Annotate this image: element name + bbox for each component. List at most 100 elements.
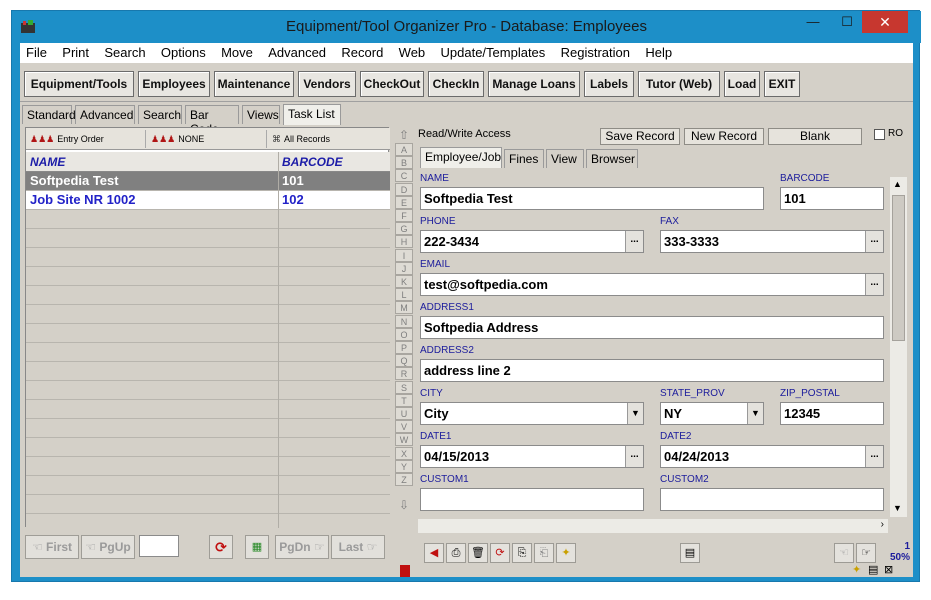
table-row[interactable]: Job Site NR 1002 102 xyxy=(26,191,390,210)
alphabet-index-x[interactable]: X xyxy=(395,446,413,460)
last-button[interactable]: Last ☞ xyxy=(331,535,385,559)
manage-loans-button[interactable]: Manage Loans xyxy=(488,71,580,97)
scroll-down-arrow-icon[interactable]: ▼ xyxy=(893,503,902,513)
alphabet-index-l[interactable]: L xyxy=(395,288,413,302)
tab-bar-code[interactable]: Bar Code xyxy=(185,105,239,136)
tab-standard[interactable]: Standard xyxy=(22,105,76,124)
alphabet-index-p[interactable]: P xyxy=(395,341,413,354)
scroll-down-arrow-icon[interactable]: ⇩ xyxy=(395,499,413,513)
email-field[interactable]: test@softpedia.com ... xyxy=(420,273,884,296)
menu-search[interactable]: Search xyxy=(98,43,151,62)
vendors-button[interactable]: Vendors xyxy=(298,71,356,97)
alphabet-index-r[interactable]: R xyxy=(395,367,413,381)
form-scrollbar[interactable]: ▲ ▼ xyxy=(890,177,907,517)
grid-view-icon[interactable]: ▦ xyxy=(245,535,269,559)
labels-button[interactable]: Labels xyxy=(584,71,634,97)
menu-registration[interactable]: Registration xyxy=(555,43,636,62)
alphabet-index-c[interactable]: C xyxy=(395,169,413,183)
tab-views[interactable]: Views xyxy=(242,105,280,124)
menu-file[interactable]: File xyxy=(20,43,53,62)
name-field[interactable]: Softpedia Test xyxy=(420,187,764,210)
date2-field[interactable]: 04/24/2013 ... xyxy=(660,445,884,468)
checkin-button[interactable]: CheckIn xyxy=(428,71,484,97)
scrollbar-thumb[interactable] xyxy=(892,195,905,341)
tab-fines[interactable]: Fines xyxy=(504,149,544,168)
menu-web[interactable]: Web xyxy=(393,43,432,62)
back-arrow-icon[interactable]: ◀ xyxy=(424,543,444,563)
menu-print[interactable]: Print xyxy=(56,43,95,62)
alphabet-index-v[interactable]: V xyxy=(395,420,413,434)
menu-record[interactable]: Record xyxy=(335,43,389,62)
alphabet-index-y[interactable]: Y xyxy=(395,459,413,473)
employees-button[interactable]: Employees xyxy=(138,71,210,97)
alphabet-index-u[interactable]: U xyxy=(395,407,413,420)
menu-move[interactable]: Move xyxy=(215,43,259,62)
lightbulb-icon[interactable]: ✦ xyxy=(556,543,576,563)
menu-options[interactable]: Options xyxy=(155,43,212,62)
tab-advanced[interactable]: Advanced xyxy=(75,105,135,124)
scroll-up-arrow-icon[interactable]: ⇧ xyxy=(395,129,413,141)
alphabet-index-b[interactable]: B xyxy=(395,156,413,170)
chevron-down-icon[interactable]: ▼ xyxy=(627,403,643,424)
phone-field[interactable]: 222-3434 ... xyxy=(420,230,644,253)
blank-button[interactable]: Blank xyxy=(768,128,862,145)
menu-help[interactable]: Help xyxy=(639,43,678,62)
alphabet-index-w[interactable]: W xyxy=(395,433,413,447)
next-record-icon[interactable]: ☞ xyxy=(856,543,876,563)
refresh-icon[interactable]: ⟳ xyxy=(490,543,510,563)
table-row[interactable]: Softpedia Test 101 xyxy=(26,172,390,191)
tab-employee-job[interactable]: Employee/Job xyxy=(420,147,502,168)
form-horizontal-scrollbar[interactable]: › xyxy=(418,519,888,533)
scroll-right-arrow-icon[interactable]: › xyxy=(881,519,884,530)
column-name[interactable]: NAME xyxy=(30,155,65,169)
alphabet-index-z[interactable]: Z xyxy=(395,473,413,486)
alphabet-index-j[interactable]: J xyxy=(395,261,413,275)
previous-record-icon[interactable]: ☜ xyxy=(834,543,854,563)
date1-picker-button[interactable]: ... xyxy=(625,446,643,467)
minimize-button[interactable]: — xyxy=(798,11,828,33)
maximize-button[interactable]: ☐ xyxy=(832,11,862,33)
chevron-down-icon[interactable]: ▼ xyxy=(747,403,763,424)
paste-record-icon[interactable]: ⎗ xyxy=(534,543,554,563)
alphabet-index-g[interactable]: G xyxy=(395,222,413,236)
fax-field[interactable]: 333-3333 ... xyxy=(660,230,884,253)
checkout-button[interactable]: CheckOut xyxy=(360,71,424,97)
date2-picker-button[interactable]: ... xyxy=(865,446,883,467)
splitter-handle-icon[interactable] xyxy=(400,565,410,577)
address2-field[interactable]: address line 2 xyxy=(420,359,884,382)
alphabet-index-e[interactable]: E xyxy=(395,195,413,209)
alphabet-index-i[interactable]: I xyxy=(395,248,413,262)
first-button[interactable]: ☜ First xyxy=(25,535,79,559)
close-button[interactable]: ✕ xyxy=(862,11,908,33)
goto-record-input[interactable] xyxy=(139,535,179,557)
alphabet-index-d[interactable]: D xyxy=(395,182,413,196)
tab-view[interactable]: View xyxy=(546,149,584,168)
save-record-button[interactable]: Save Record xyxy=(600,128,680,145)
print-icon[interactable]: ⎙ xyxy=(446,543,466,563)
menu-update-templates[interactable]: Update/Templates xyxy=(435,43,552,62)
barcode-field[interactable]: 101 xyxy=(780,187,884,210)
alphabet-index-t[interactable]: T xyxy=(395,393,413,407)
custom2-field[interactable] xyxy=(660,488,884,511)
tab-task-list[interactable]: Task List xyxy=(283,104,341,125)
sort-order-selector[interactable]: ♟♟♟ Entry Order xyxy=(26,130,146,148)
calendar-icon[interactable]: ▤ xyxy=(680,543,700,563)
alphabet-index-f[interactable]: F xyxy=(395,209,413,222)
read-only-checkbox[interactable] xyxy=(874,129,885,140)
refresh-icon[interactable]: ⟳ xyxy=(209,535,233,559)
alphabet-index-a[interactable]: A xyxy=(395,143,413,156)
alphabet-index-o[interactable]: O xyxy=(395,327,413,341)
zip-field[interactable]: 12345 xyxy=(780,402,884,425)
tutor-web-button[interactable]: Tutor (Web) xyxy=(638,71,720,97)
column-barcode[interactable]: BARCODE xyxy=(282,155,343,169)
tab-search[interactable]: Search xyxy=(138,105,182,124)
alphabet-index-s[interactable]: S xyxy=(395,380,413,394)
pgup-button[interactable]: ☜ PgUp xyxy=(81,535,135,559)
alphabet-index-n[interactable]: N xyxy=(395,314,413,328)
exit-button[interactable]: EXIT xyxy=(764,71,800,97)
filter-selector[interactable]: ♟♟♟ NONE xyxy=(147,130,267,148)
equipment-tools-button[interactable]: Equipment/Tools xyxy=(24,71,134,97)
records-selector[interactable]: ⌘ All Records xyxy=(268,130,390,148)
load-button[interactable]: Load xyxy=(724,71,760,97)
fax-more-button[interactable]: ... xyxy=(865,231,883,252)
